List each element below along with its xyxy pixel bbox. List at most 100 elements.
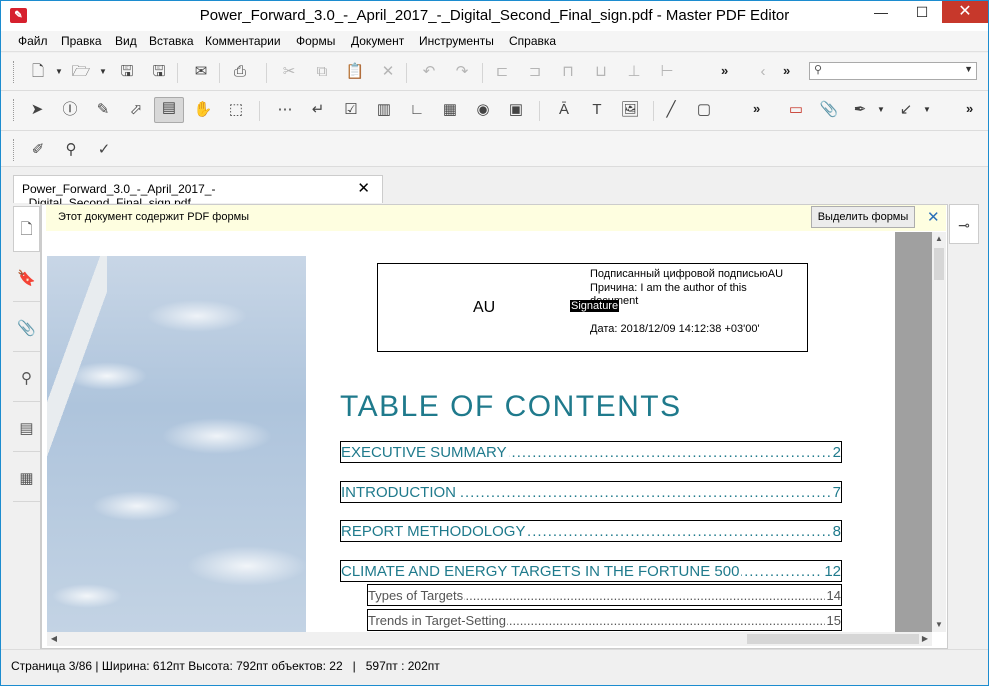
menu-help[interactable]: Справка xyxy=(509,34,556,48)
horizontal-scrollbar[interactable]: ◀ ▶ xyxy=(47,632,932,646)
text-select-icon[interactable]: Ⓘ xyxy=(60,100,80,120)
close-button[interactable]: ✕ xyxy=(942,1,988,23)
signature-field-icon[interactable]: ▣ xyxy=(506,100,526,120)
list-field-icon[interactable]: ▦ xyxy=(440,100,460,120)
document-tab[interactable]: Power_Forward_3.0_-_April_2017_-_Digital… xyxy=(13,175,383,210)
listbox-icon[interactable]: ∟ xyxy=(407,100,427,120)
hand-tool-icon[interactable]: ✋ xyxy=(193,100,213,120)
add-text-icon[interactable]: Ā xyxy=(554,100,574,120)
comment-icon[interactable]: ▭ xyxy=(786,100,806,120)
save-icon[interactable]: 🖫 xyxy=(117,62,137,82)
delete-icon[interactable]: ✕ xyxy=(378,62,398,82)
scroll-up-icon[interactable]: ▲ xyxy=(932,232,946,246)
vertical-scrollbar[interactable]: ▲ ▼ xyxy=(932,232,946,632)
insert-image-icon[interactable]: 🖼 xyxy=(620,100,640,120)
save-as-icon[interactable]: 🖫 xyxy=(149,62,169,82)
align-left-icon[interactable]: ⊏ xyxy=(492,62,512,82)
menu-view[interactable]: Вид xyxy=(115,34,137,48)
scroll-thumb[interactable] xyxy=(934,248,944,280)
edit-forms-icon[interactable]: ⬀ xyxy=(126,100,146,120)
insert-text-icon[interactable]: T xyxy=(587,100,607,120)
scroll-down-icon[interactable]: ▼ xyxy=(932,618,946,632)
print-icon[interactable]: ⎙ xyxy=(230,62,250,82)
email-icon[interactable]: ✉ xyxy=(191,62,211,82)
search-box[interactable]: ⚲ ▼ xyxy=(809,62,977,80)
menu-file[interactable]: Файл xyxy=(18,34,48,48)
attachment-icon[interactable]: 📎 xyxy=(13,306,40,352)
align-right-icon[interactable]: ⊐ xyxy=(525,62,545,82)
button-field-icon[interactable]: ↵ xyxy=(308,100,328,120)
chevron-down-icon[interactable]: ▼ xyxy=(55,62,63,82)
page-viewport[interactable]: AU Подписанный цифровой подписьюAU Причи… xyxy=(47,232,932,632)
signatures-icon[interactable]: ▦ xyxy=(13,456,40,502)
chevron-down-icon[interactable]: ▼ xyxy=(964,64,973,74)
bookmark-icon[interactable]: 🔖 xyxy=(13,256,40,302)
properties-icon[interactable]: ⊸ xyxy=(949,204,979,244)
toolbar-grip[interactable] xyxy=(13,99,16,121)
line-icon[interactable]: ╱ xyxy=(661,100,681,120)
copy-icon[interactable]: ⧉ xyxy=(312,62,332,82)
chevron-down-icon[interactable]: ▼ xyxy=(99,62,107,82)
toc-link[interactable]: ........................................… xyxy=(340,481,842,503)
scroll-thumb[interactable] xyxy=(747,634,919,644)
maximize-button[interactable]: ☐ xyxy=(902,1,942,23)
more-tools-icon[interactable]: » xyxy=(721,63,728,78)
rectangle-icon[interactable]: ▢ xyxy=(694,100,714,120)
scroll-left-icon[interactable]: ◀ xyxy=(47,632,61,646)
menu-insert[interactable]: Вставка xyxy=(149,34,194,48)
toc-link[interactable]: ........................................… xyxy=(340,560,842,582)
undo-icon[interactable]: ↶ xyxy=(419,62,439,82)
menu-edit[interactable]: Правка xyxy=(61,34,102,48)
eraser-icon[interactable]: ✐ xyxy=(28,140,48,160)
toolbar-grip[interactable] xyxy=(13,139,16,161)
align-middle-icon[interactable]: ⊢ xyxy=(657,62,677,82)
edit-object-icon[interactable]: ✎ xyxy=(93,100,113,120)
toc-sublink[interactable]: ........................................… xyxy=(367,584,842,606)
signature-field[interactable]: AU Подписанный цифровой подписьюAU Причи… xyxy=(377,263,808,352)
open-folder-icon[interactable]: 🗁 xyxy=(71,62,91,82)
chevron-down-icon[interactable]: ▼ xyxy=(877,100,885,120)
scroll-right-icon[interactable]: ▶ xyxy=(918,632,932,646)
highlight-forms-button[interactable]: Выделить формы xyxy=(811,206,915,228)
back-icon[interactable]: ‹ xyxy=(753,62,773,82)
menu-document[interactable]: Документ xyxy=(351,34,404,48)
more-tools-icon[interactable]: » xyxy=(753,101,760,116)
more-tools-icon[interactable]: » xyxy=(783,63,790,78)
close-tab-icon[interactable]: ✕ xyxy=(357,179,370,197)
checkmark-icon[interactable]: ✓ xyxy=(94,140,114,160)
attach-icon[interactable]: 📎 xyxy=(819,100,839,120)
search-icon[interactable]: ⚲ xyxy=(13,356,40,402)
toolbar-grip[interactable] xyxy=(13,61,16,83)
layers-icon[interactable]: ▤ xyxy=(13,406,40,452)
menu-comments[interactable]: Комментарии xyxy=(205,34,281,48)
arrow-tool-icon[interactable]: ↙ xyxy=(896,100,916,120)
toc-sublink[interactable]: ........................................… xyxy=(367,609,842,631)
zoom-icon[interactable]: ⚲ xyxy=(61,140,81,160)
select-arrow-icon[interactable]: ➤ xyxy=(27,100,47,120)
highlight-icon[interactable]: ✒ xyxy=(850,100,870,120)
menu-forms[interactable]: Формы xyxy=(296,34,335,48)
paste-icon[interactable]: 📋 xyxy=(345,62,365,82)
pdf-page[interactable]: AU Подписанный цифровой подписьюAU Причи… xyxy=(47,232,895,632)
align-top-icon[interactable]: ⊓ xyxy=(558,62,578,82)
pages-icon[interactable]: 🗋 xyxy=(13,206,40,252)
more-tools-icon[interactable]: » xyxy=(966,101,973,116)
new-document-icon[interactable]: 🗋 xyxy=(28,62,48,82)
toc-link[interactable]: ........................................… xyxy=(340,441,842,463)
combobox-icon[interactable]: ▥ xyxy=(374,100,394,120)
text-field-icon[interactable]: ⋯ xyxy=(275,100,295,120)
redo-icon[interactable]: ↷ xyxy=(452,62,472,82)
minimize-button[interactable]: — xyxy=(861,1,901,23)
search-input[interactable] xyxy=(828,64,958,78)
cut-icon[interactable]: ✂ xyxy=(279,62,299,82)
checkbox-icon[interactable]: ☑ xyxy=(341,100,361,120)
toc-link[interactable]: ........................................… xyxy=(340,520,842,542)
radio-button-icon[interactable]: ◉ xyxy=(473,100,493,120)
forms-tool-icon[interactable]: ▤ xyxy=(154,97,184,123)
close-icon[interactable]: ✕ xyxy=(927,208,940,226)
menu-tools[interactable]: Инструменты xyxy=(419,34,494,48)
marquee-select-icon[interactable]: ⬚ xyxy=(226,100,246,120)
chevron-down-icon[interactable]: ▼ xyxy=(923,100,931,120)
align-bottom-icon[interactable]: ⊔ xyxy=(591,62,611,82)
align-center-icon[interactable]: ⊥ xyxy=(624,62,644,82)
